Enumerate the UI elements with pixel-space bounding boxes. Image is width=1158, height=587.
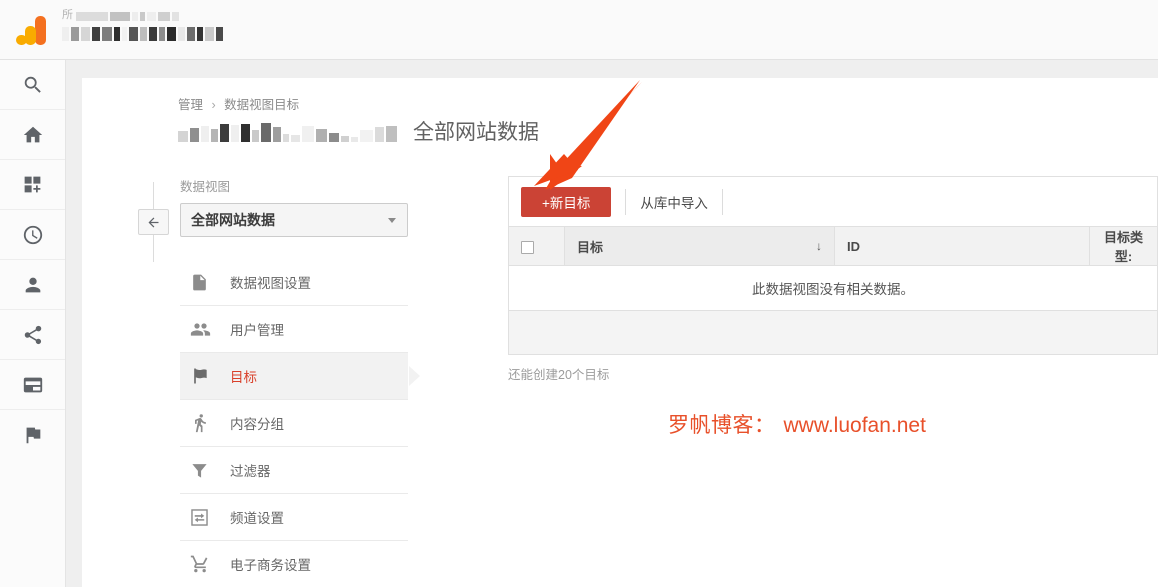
toolbar-divider <box>625 188 627 215</box>
walking-icon <box>190 413 220 433</box>
column-header-id-label: ID <box>847 238 860 254</box>
view-selector-value: 全部网站数据 <box>191 212 275 228</box>
select-all-header <box>508 226 565 266</box>
select-all-checkbox[interactable] <box>521 240 534 254</box>
customization-icon <box>24 176 41 193</box>
people-icon <box>190 319 220 340</box>
clock-icon <box>23 225 42 244</box>
rail-item-realtime[interactable] <box>0 210 65 260</box>
import-from-gallery-link[interactable]: 从库中导入 <box>640 192 708 212</box>
top-header: 所 <box>0 0 1158 60</box>
google-analytics-logo[interactable] <box>14 14 48 47</box>
property-name-mosaic <box>62 27 223 41</box>
goals-table: 目标 ↓ ID 目标类型: 此数据视图没有相关数据。 <box>508 226 1158 355</box>
rail-item-home[interactable] <box>0 110 65 160</box>
watermark: 罗帆博客： www.luofan.net <box>668 409 926 439</box>
funnel-icon <box>190 461 220 480</box>
goals-toolbar: +新目标 从库中导入 <box>508 176 1158 226</box>
rail-item-audience[interactable] <box>0 260 65 310</box>
goals-panel: +新目标 从库中导入 目标 ↓ ID 目标类型: 此数据视图没有相关数据。 还能… <box>508 176 1158 383</box>
nav-item-label: 频道设置 <box>230 511 284 526</box>
table-footer-row <box>508 310 1158 355</box>
toolbar-divider-2 <box>721 188 723 215</box>
nav-item-label: 数据视图设置 <box>230 276 311 291</box>
table-header-row: 目标 ↓ ID 目标类型: <box>508 226 1158 266</box>
breadcrumb: 管理 › 数据视图目标 <box>178 94 299 113</box>
view-selector[interactable]: 全部网站数据 <box>180 203 408 237</box>
nav-item-label: 过滤器 <box>230 464 271 479</box>
rail-item-behavior[interactable] <box>0 360 65 410</box>
nav-item-filters[interactable]: 过滤器 <box>180 447 408 494</box>
table-footer-spacer <box>508 310 1158 355</box>
share-icon <box>24 325 41 344</box>
view-settings-nav: 数据视图 全部网站数据 数据视图设置 用户管理 目标 内容分组 过滤器 频道设置… <box>180 176 420 587</box>
column-header-id[interactable]: ID <box>834 226 1090 266</box>
nav-item-view-settings[interactable]: 数据视图设置 <box>180 259 408 306</box>
arrow-left-icon <box>148 217 159 227</box>
column-header-goal-type[interactable]: 目标类型: <box>1089 226 1158 266</box>
breadcrumb-parent[interactable]: 管理 <box>178 98 203 112</box>
nav-item-user-management[interactable]: 用户管理 <box>180 306 408 353</box>
collapse-sidebar-button[interactable] <box>138 209 169 235</box>
empty-state-row: 此数据视图没有相关数据。 <box>508 265 1158 311</box>
watermark-cn: 罗帆博客： <box>668 414 776 437</box>
rail-item-conversions[interactable] <box>0 410 65 460</box>
faint-glyph: 所 <box>62 9 73 21</box>
cart-icon <box>190 554 220 574</box>
card-icon <box>23 377 42 392</box>
collapse-control <box>124 182 184 262</box>
active-indicator <box>408 366 420 386</box>
home-icon <box>23 126 42 142</box>
nav-item-goals[interactable]: 目标 <box>180 353 420 400</box>
nav-item-channel-settings[interactable]: 频道设置 <box>180 494 408 541</box>
content-card: 管理 › 数据视图目标 全部网站数据 数据视图 全部网站数据 数据视图设置 用户… <box>82 78 1158 587</box>
rail-item-acquisition[interactable] <box>0 310 65 360</box>
nav-item-ecommerce-settings[interactable]: 电子商务设置 <box>180 541 408 587</box>
flag-icon <box>26 427 40 444</box>
nav-item-label: 用户管理 <box>230 323 284 338</box>
breadcrumb-separator: › <box>211 98 216 112</box>
view-title: 全部网站数据 <box>413 121 539 144</box>
account-name-mosaic: 所 <box>62 10 223 21</box>
rail-item-search[interactable] <box>0 60 65 110</box>
nav-section-label: 数据视图 <box>180 180 231 194</box>
property-title-mosaic <box>178 120 397 142</box>
channels-icon <box>190 508 220 527</box>
person-icon <box>25 277 40 292</box>
nav-list: 数据视图设置 用户管理 目标 内容分组 过滤器 频道设置 电子商务设置 <box>180 259 420 587</box>
nav-item-label: 电子商务设置 <box>230 558 311 573</box>
nav-item-label: 目标 <box>230 370 257 385</box>
column-header-goal-label: 目标 <box>577 239 604 255</box>
account-property-redacted: 所 <box>62 10 223 41</box>
new-goal-button[interactable]: +新目标 <box>521 186 612 217</box>
search-icon <box>24 76 41 93</box>
goal-quota-text: 还能创建20个目标 <box>508 368 610 382</box>
analytics-admin-page: 所 管理 › 数据视图目标 全部网站数据 数据视图 全部网站数据 数据视图设置 … <box>0 0 1158 587</box>
document-icon <box>190 273 220 292</box>
left-icon-rail <box>0 60 66 587</box>
nav-item-label: 内容分组 <box>230 417 284 432</box>
sort-descending-icon: ↓ <box>816 239 822 253</box>
column-header-goal-type-label: 目标类型: <box>1103 230 1143 264</box>
rail-item-customization[interactable] <box>0 160 65 210</box>
chevron-down-icon <box>388 218 396 223</box>
page-title-row: 全部网站数据 <box>178 116 539 146</box>
nav-item-content-grouping[interactable]: 内容分组 <box>180 400 408 447</box>
column-header-goal[interactable]: 目标 ↓ <box>564 226 835 266</box>
breadcrumb-current: 数据视图目标 <box>224 98 300 112</box>
flag-icon <box>190 366 220 386</box>
empty-state-message: 此数据视图没有相关数据。 <box>508 265 1158 311</box>
watermark-url: www.luofan.net <box>783 414 926 437</box>
